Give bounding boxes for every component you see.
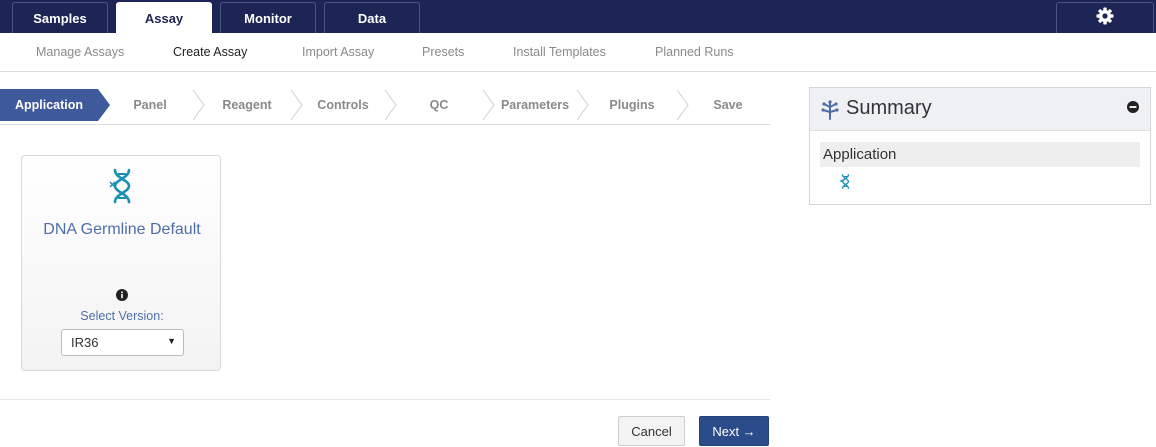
sub-nav: Manage Assays Create Assay Import Assay … <box>0 33 1156 72</box>
subnav-planned-runs[interactable]: Planned Runs <box>655 45 734 59</box>
tab-samples[interactable]: Samples <box>12 2 108 33</box>
tree-icon <box>821 100 839 125</box>
step-save[interactable]: Save <box>688 88 768 122</box>
tab-data[interactable]: Data <box>324 2 420 33</box>
subnav-presets[interactable]: Presets <box>422 45 464 59</box>
info-icon[interactable] <box>116 288 128 306</box>
version-label: Select Version: <box>80 309 164 323</box>
step-reagent[interactable]: Reagent <box>204 88 290 122</box>
assay-card[interactable]: DNA Germline Default Select Version: IR3… <box>21 155 221 371</box>
step-parameters[interactable]: Parameters <box>494 88 576 122</box>
assay-title: DNA Germline Default <box>43 221 201 238</box>
summary-application-label: Application <box>823 146 897 163</box>
dna-icon <box>109 168 135 209</box>
subnav-install-templates[interactable]: Install Templates <box>513 45 606 59</box>
dropdown-arrow-icon: ▼ <box>167 336 176 346</box>
step-controls[interactable]: Controls <box>302 88 384 122</box>
subnav-create-assay[interactable]: Create Assay <box>173 45 247 59</box>
summary-application-row: Application <box>820 142 1140 167</box>
subnav-import-assay[interactable]: Import Assay <box>302 45 374 59</box>
footer-divider <box>0 399 770 400</box>
wizard-steps: Application Panel Reagent Controls QC Pa… <box>0 88 770 125</box>
summary-header: Summary <box>810 88 1150 131</box>
top-nav-bar: Samples Assay Monitor Data <box>0 0 1156 33</box>
tab-assay[interactable]: Assay <box>116 2 212 33</box>
next-button[interactable]: Next → <box>699 416 769 446</box>
step-qc[interactable]: QC <box>396 88 482 122</box>
summary-panel: Summary Application <box>809 87 1151 205</box>
tab-monitor[interactable]: Monitor <box>220 2 316 33</box>
gear-icon <box>1096 7 1114 30</box>
dna-icon <box>840 174 851 194</box>
cancel-button[interactable]: Cancel <box>618 416 685 446</box>
collapse-icon[interactable] <box>1127 100 1139 118</box>
version-select[interactable]: IR36 ▼ <box>61 329 184 356</box>
settings-button[interactable] <box>1056 2 1154 33</box>
step-application[interactable]: Application <box>0 88 98 122</box>
step-plugins[interactable]: Plugins <box>588 88 676 122</box>
version-value: IR36 <box>71 335 99 350</box>
subnav-manage-assays[interactable]: Manage Assays <box>36 45 124 59</box>
summary-title: Summary <box>846 97 932 119</box>
step-panel[interactable]: Panel <box>108 88 192 122</box>
